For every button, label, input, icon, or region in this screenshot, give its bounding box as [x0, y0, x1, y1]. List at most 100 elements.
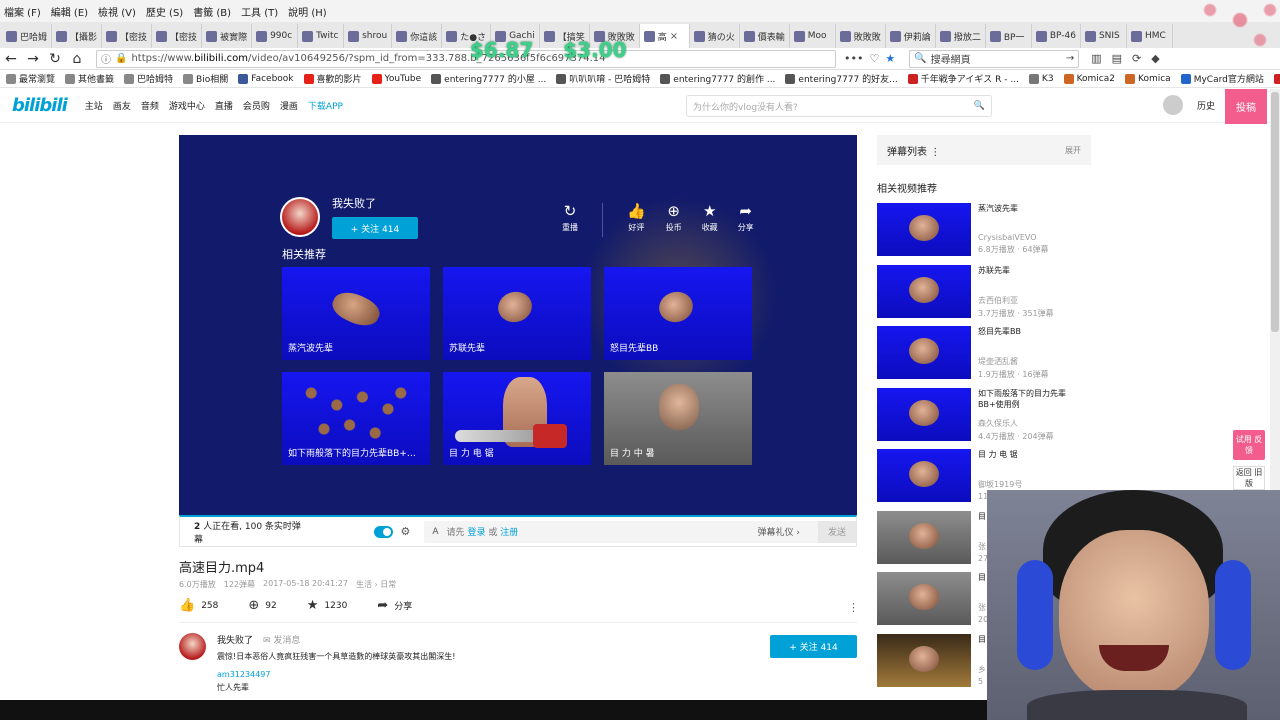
site-nav-item[interactable]: 画友 [113, 99, 131, 112]
recommend-title[interactable]: 如下雨般落下的目力先辈BB+使用例 [978, 388, 1088, 412]
favorite-button[interactable]: ★ 收藏 [702, 203, 718, 237]
bookmark-item[interactable]: K3 [1028, 73, 1054, 84]
related-card[interactable]: 蒸汽波先辈 [282, 267, 430, 360]
browser-tab[interactable]: 高 × [639, 24, 690, 48]
home-icon[interactable]: ⌂ [66, 49, 88, 69]
recommend-item[interactable]: 如下雨般落下的目力先辈BB+使用例 森久保乐人 4.4万播放 · 204弹幕 [877, 387, 1091, 450]
site-nav-item[interactable]: 音频 [141, 99, 159, 112]
bookmark-item[interactable]: Komica2 [1063, 73, 1115, 84]
menu-item[interactable]: 工具 (T) [241, 4, 278, 19]
browser-tab[interactable]: 價表輸 [740, 24, 790, 48]
bookmark-item[interactable]: 其他書籤 [65, 72, 114, 85]
uploader-avatar[interactable] [280, 197, 320, 237]
browser-tab[interactable]: Twitc [298, 24, 345, 48]
related-card[interactable]: 苏联先辈 [443, 267, 591, 360]
more-options-icon[interactable]: ⋮ [848, 601, 859, 614]
recommend-thumbnail[interactable] [877, 572, 971, 625]
related-card[interactable]: 如下雨般落下的目力先辈BB+使... [282, 372, 430, 465]
browser-tab[interactable]: 敗敗敗 [836, 24, 886, 48]
danmaku-toggle[interactable] [373, 525, 393, 538]
uploader-name[interactable]: 我失败了 [217, 633, 253, 646]
site-nav-item[interactable]: 直播 [215, 99, 233, 112]
share-button[interactable]: ➦ 分享 [377, 598, 412, 613]
bookmark-item[interactable]: YouTube [371, 73, 421, 84]
site-nav-item[interactable]: 会员购 [243, 99, 270, 112]
recommend-thumbnail[interactable] [877, 387, 971, 441]
like-button[interactable]: 👍 好评 [627, 203, 646, 237]
browser-tab[interactable]: 被實際 [202, 24, 253, 48]
sidebar-icon[interactable]: ▤ [1112, 52, 1122, 65]
recommend-thumbnail[interactable] [877, 449, 971, 502]
recommend-title[interactable]: 怒目先辈BB [978, 326, 1088, 350]
browser-tab[interactable]: た●さ [442, 24, 492, 48]
recommend-item[interactable]: 苏联先辈 去西伯利亚 3.7万播放 · 351弹幕 [877, 264, 1091, 327]
bookmark-item[interactable]: entering7777 的小屋 ... [431, 72, 546, 85]
danmaku-settings-icon[interactable]: ⚙ [401, 525, 411, 538]
browser-tab[interactable]: BP-46 [1032, 24, 1081, 48]
bookmark-item[interactable]: 千年戦争アイギス R - ... [907, 72, 1019, 85]
recommend-item[interactable]: 蒸汽波先辈 CrysisbaiVEVO 6.8万播放 · 64弹幕 [877, 203, 1091, 265]
url-bar[interactable]: ⓘ 🔒 https://www.bilibili.com/video/av106… [96, 49, 836, 68]
browser-tab[interactable]: HMC [1127, 24, 1173, 48]
video-player[interactable]: 我失败了 + 关注 414 ↻ 重播 👍 好评 ⊕ 投币 ★ 收藏 ➦ 分享 相关推荐 蒸汽波先辈… [179, 135, 857, 515]
back-icon[interactable]: ← [0, 49, 22, 69]
menu-item[interactable]: 說明 (H) [288, 4, 327, 19]
pocket-icon[interactable]: ♡ [869, 52, 879, 65]
menu-item[interactable]: 檔案 (F) [4, 4, 41, 19]
browser-tab[interactable]: Gachi [491, 24, 540, 48]
bilibili-logo[interactable]: bilibili [12, 95, 68, 116]
browser-tab[interactable]: 【攝影 [52, 24, 103, 48]
danmaku-list-header[interactable]: 弹幕列表 ⋮ 展开 [877, 135, 1091, 165]
bookmark-item[interactable]: entering7777 的好友... [785, 72, 898, 85]
feedback-button[interactable]: 试用 反馈 [1233, 430, 1265, 460]
site-nav-item[interactable]: 游戏中心 [169, 99, 205, 112]
danmaku-etiquette-link[interactable]: 弹幕礼仪 › [758, 525, 800, 538]
login-link[interactable]: 登录 [467, 528, 485, 538]
recommend-title[interactable]: 蒸汽波先辈 [978, 203, 1088, 227]
menu-item[interactable]: 編輯 (E) [51, 4, 88, 19]
recommend-title[interactable]: 目 力 电 锯 [978, 449, 1088, 473]
forward-icon[interactable]: → [22, 49, 44, 69]
coin-button[interactable]: ⊕ 92 [248, 598, 276, 613]
related-card[interactable]: 目 力 电 锯 [443, 372, 591, 465]
bookmark-item[interactable]: 最常瀏覽 [6, 72, 55, 85]
site-nav-item[interactable]: 主站 [85, 99, 103, 112]
send-message-link[interactable]: ✉ 发消息 [263, 633, 300, 646]
sync-icon[interactable]: ⟳ [1132, 52, 1141, 65]
like-button[interactable]: 👍 258 [179, 598, 218, 613]
recommend-thumbnail[interactable] [877, 326, 971, 379]
menu-item[interactable]: 檢視 (V) [98, 4, 136, 19]
text-style-icon[interactable]: A [432, 527, 438, 537]
addon-icon[interactable]: ◆ [1151, 52, 1159, 65]
browser-search-input[interactable]: 🔍 搜尋網頁 → [909, 49, 1080, 68]
bookmark-item[interactable]: entering7777 的創作 ... [660, 72, 775, 85]
more-icon[interactable]: ⋮ [930, 147, 940, 158]
library-icon[interactable]: ▥ [1091, 52, 1101, 65]
recommend-thumbnail[interactable] [877, 510, 971, 564]
recommend-thumbnail[interactable] [877, 203, 971, 256]
browser-tab[interactable]: 【密技 [152, 24, 203, 48]
uploader-avatar[interactable] [179, 633, 206, 660]
reload-icon[interactable]: ↻ [44, 49, 66, 69]
related-card[interactable]: 怒目先辈BB [604, 267, 752, 360]
bookmark-item[interactable]: Bio相關 [183, 72, 228, 85]
browser-tab[interactable]: 巴哈姆 [2, 24, 53, 48]
browser-tab[interactable]: 990c [252, 24, 299, 48]
danmaku-send-button[interactable]: 发送 [817, 520, 856, 543]
browser-tab[interactable]: 你這該 [392, 24, 443, 48]
page-actions-icon[interactable]: ••• [844, 52, 863, 65]
browser-tab[interactable]: shrou [344, 24, 393, 48]
recommend-title[interactable]: 苏联先辈 [978, 265, 1088, 289]
browser-tab[interactable]: 【搞笑 [540, 24, 590, 48]
browser-tab[interactable]: 撥放二 [936, 24, 986, 48]
menu-item[interactable]: 書籤 (B) [193, 4, 231, 19]
recommend-thumbnail[interactable] [877, 633, 971, 687]
upload-button[interactable]: 投稿 [1225, 89, 1267, 124]
comment-username[interactable]: am31234497 [217, 670, 270, 679]
browser-tab[interactable]: 敗敗敗 [590, 24, 640, 48]
uploader-name[interactable]: 我失败了 [332, 195, 418, 211]
user-avatar[interactable] [1163, 95, 1183, 115]
close-tab-icon[interactable]: × [670, 31, 678, 42]
back-to-old-button[interactable]: 返回 旧版 [1233, 466, 1265, 490]
bookmark-item[interactable]: 叭叭叭唷 - 巴哈姆特 [556, 72, 650, 85]
